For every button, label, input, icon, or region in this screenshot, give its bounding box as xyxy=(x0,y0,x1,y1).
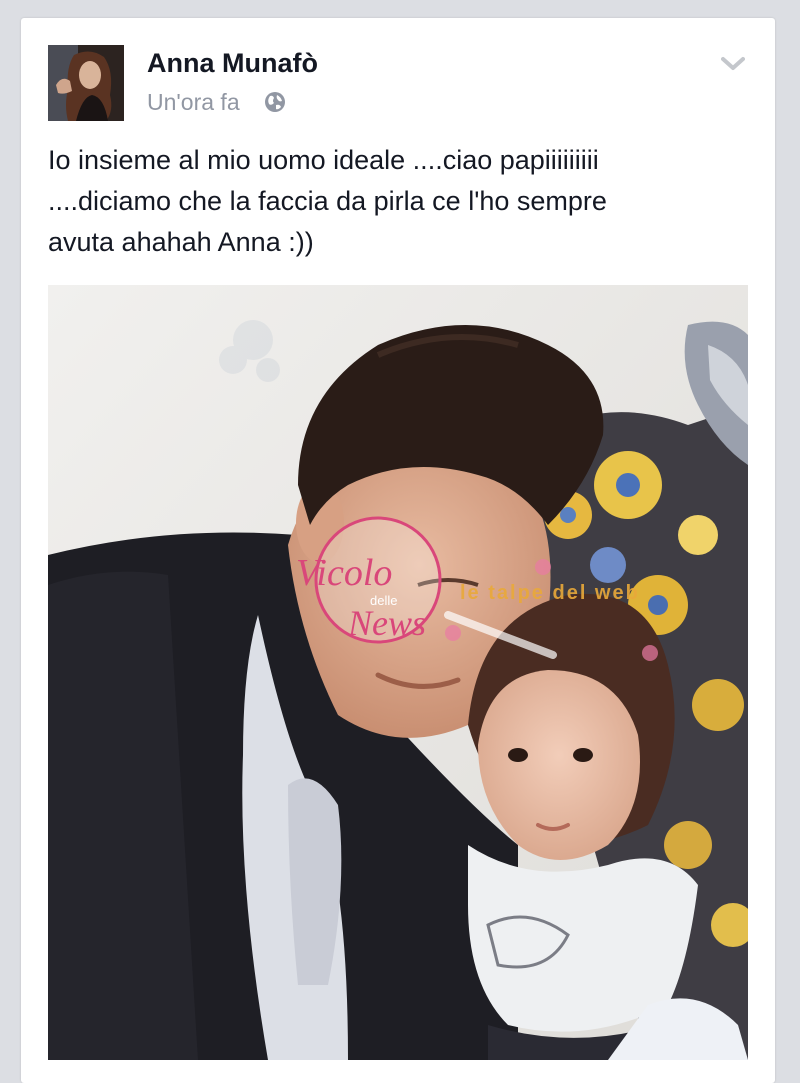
watermark-logo-line1: Vicolo xyxy=(296,552,392,594)
paw-icon xyxy=(642,645,658,661)
post-text-line: avuta ahahah Anna :)) xyxy=(48,227,314,257)
post-timestamp[interactable]: Un'ora fa xyxy=(147,89,240,116)
watermark-caption: le talpe del web xyxy=(460,582,640,604)
avatar-image xyxy=(48,45,124,121)
paw-icon xyxy=(535,559,551,575)
globe-icon xyxy=(264,91,286,113)
avatar[interactable] xyxy=(48,45,124,121)
paw-icon xyxy=(445,625,461,641)
post-text-line: ....diciamo che la faccia da pirla ce l'… xyxy=(48,186,607,216)
post-card: Anna Munafò Un'ora fa Io insieme al mio … xyxy=(21,18,775,1083)
chevron-down-icon[interactable] xyxy=(721,56,745,72)
author-name[interactable]: Anna Munafò xyxy=(147,48,318,79)
post-photo[interactable]: Vicolo delle News le talpe del web xyxy=(48,285,748,1060)
post-text: Io insieme al mio uomo ideale ....ciao p… xyxy=(48,140,748,263)
photo-father-daughter: Vicolo delle News le talpe del web xyxy=(48,285,748,1060)
post-text-line: Io insieme al mio uomo ideale ....ciao p… xyxy=(48,145,599,175)
watermark-logo-line3: News xyxy=(347,603,426,643)
post-meta: Un'ora fa xyxy=(147,88,286,116)
